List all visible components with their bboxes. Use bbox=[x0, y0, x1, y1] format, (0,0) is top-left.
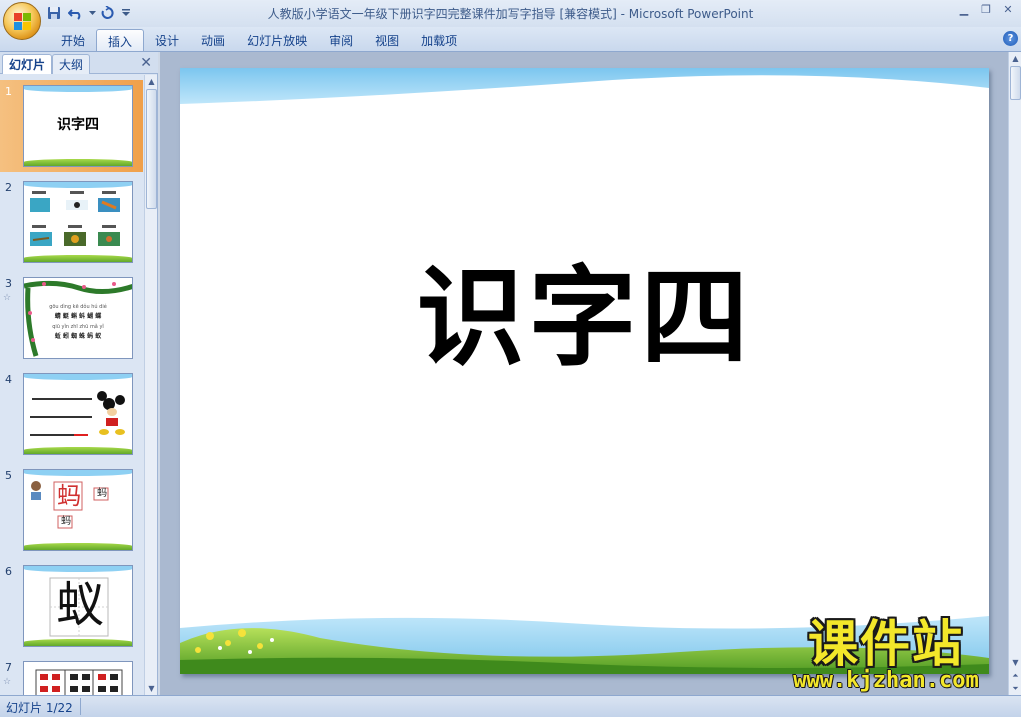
help-icon: ? bbox=[1007, 33, 1014, 44]
help-button[interactable]: ? bbox=[1003, 31, 1018, 46]
status-separator bbox=[80, 698, 81, 715]
close-icon: ✕ bbox=[1003, 3, 1013, 16]
scrollbar-thumb[interactable] bbox=[146, 89, 157, 209]
arrow-down-icon: ▼ bbox=[1012, 658, 1019, 667]
thumbnail-title: 识字四 bbox=[57, 117, 99, 133]
thumbnail-slide-6[interactable]: 6 蚁 bbox=[0, 560, 143, 652]
tab-view[interactable]: 视图 bbox=[364, 29, 410, 51]
thumbnail-char-row: 蜻 蜓 蝌 蚪 蝴 蝶 bbox=[54, 313, 102, 320]
scroll-up-button[interactable]: ▲ bbox=[1009, 52, 1021, 65]
thumbnail-image bbox=[23, 181, 133, 263]
double-arrow-up-icon: ⏶ bbox=[1012, 671, 1019, 680]
site-watermark: 课件站 www.kjzhan.com bbox=[770, 618, 1002, 694]
thumbnail-scrollbar[interactable]: ▲ ▼ bbox=[144, 75, 157, 695]
tab-home[interactable]: 开始 bbox=[50, 29, 96, 51]
thumbnail-number: 7 bbox=[5, 661, 12, 674]
character-grid-icon bbox=[35, 669, 123, 695]
minimize-icon: ▁ bbox=[959, 3, 969, 16]
tab-animations[interactable]: 动画 bbox=[190, 29, 236, 51]
ribbon-tabs: 开始 插入 设计 动画 幻灯片放映 审阅 视图 加载项 bbox=[50, 29, 468, 51]
close-icon: ✕ bbox=[140, 55, 152, 71]
arrow-up-icon: ▲ bbox=[148, 77, 155, 86]
window-controls: ▁ ❐ ✕ bbox=[957, 3, 1015, 17]
thumbnail-pinyin-row: gōu dìng kē dǒu hú dié bbox=[49, 304, 107, 310]
previous-slide-button[interactable]: ⏶ bbox=[1009, 669, 1021, 682]
animation-star-icon: ☆ bbox=[3, 677, 12, 687]
scroll-down-button[interactable]: ▼ bbox=[1009, 656, 1021, 669]
scroll-up-button[interactable]: ▲ bbox=[145, 75, 158, 88]
thumbnail-number: 3 bbox=[5, 277, 12, 290]
thumbnail-char: 蚂 bbox=[57, 482, 81, 510]
thumbnail-slide-5[interactable]: 5 蚂 蚂 蚂 bbox=[0, 464, 143, 556]
thumbnail-char-row: 蚯 蚓 蜘 蛛 蚂 蚁 bbox=[54, 333, 102, 340]
thumbnail-grass bbox=[24, 543, 132, 550]
double-arrow-down-icon: ⏷ bbox=[1012, 684, 1019, 693]
thumbnail-grass bbox=[24, 159, 132, 166]
main-scrollbar[interactable]: ▲ ▼ ⏶ ⏷ bbox=[1008, 52, 1021, 695]
thumbnail-image: 识字四 bbox=[23, 85, 133, 167]
mickey-mouse-icon bbox=[30, 391, 125, 436]
watermark-brand: 课件站 bbox=[808, 615, 964, 673]
slide-editing-area: 识字四 bbox=[160, 52, 1008, 695]
thumbnail-image bbox=[23, 661, 133, 695]
thumbnail-number: 5 bbox=[5, 469, 12, 482]
animation-star-icon: ☆ bbox=[3, 293, 12, 303]
thumbnail-grass bbox=[24, 447, 132, 454]
watermark-url: www.kjzhan.com bbox=[793, 668, 979, 693]
thumbnail-slide-7[interactable]: 7 ☆ bbox=[0, 656, 143, 695]
thumbnail-number: 1 bbox=[5, 85, 12, 98]
restore-icon: ❐ bbox=[981, 3, 991, 16]
scroll-down-button[interactable]: ▼ bbox=[145, 682, 158, 695]
status-bar: 幻灯片 1/22 bbox=[0, 695, 1021, 717]
ribbon-tab-bar: 开始 插入 设计 动画 幻灯片放映 审阅 视图 加载项 ? bbox=[0, 27, 1021, 52]
powerpoint-window: 人教版小学语文一年级下册识字四完整课件加写字指导 [兼容模式] - Micros… bbox=[0, 0, 1021, 717]
slide-title[interactable]: 识字四 bbox=[180, 258, 989, 378]
thumbnail-char-small: 蚂 bbox=[61, 516, 71, 527]
tab-design[interactable]: 设计 bbox=[144, 29, 190, 51]
arrow-up-icon: ▲ bbox=[1012, 54, 1019, 63]
tab-slideshow[interactable]: 幻灯片放映 bbox=[236, 29, 318, 51]
thumbnail-grass bbox=[24, 639, 132, 646]
current-slide[interactable]: 识字四 bbox=[180, 68, 989, 674]
panel-tabs: 幻灯片 大纲 ✕ bbox=[0, 52, 158, 74]
thumbnail-slide-2[interactable]: 2 bbox=[0, 176, 143, 268]
thumbnail-char-small: 蚂 bbox=[97, 488, 107, 499]
thumbnail-image: 蚁 bbox=[23, 565, 133, 647]
thumbnail-pinyin-row: qiū yǐn zhī zhū mǎ yǐ bbox=[52, 324, 104, 330]
tab-slides[interactable]: 幻灯片 bbox=[2, 54, 53, 74]
thumbnail-char: 蚁 bbox=[55, 577, 104, 633]
next-slide-button[interactable]: ⏷ bbox=[1009, 682, 1021, 695]
thumbnail-number: 2 bbox=[5, 181, 12, 194]
thumbnail-image: gōu dìng kē dǒu hú dié 蜻 蜓 蝌 蚪 蝴 蝶 qiū y… bbox=[23, 277, 133, 359]
tab-addins[interactable]: 加载项 bbox=[410, 29, 468, 51]
tab-outline[interactable]: 大纲 bbox=[52, 54, 91, 74]
insect-pictures-icon bbox=[30, 191, 120, 246]
thumbnail-sky bbox=[24, 86, 132, 92]
office-button[interactable] bbox=[3, 2, 41, 40]
thumbnail-number: 4 bbox=[5, 373, 12, 386]
office-logo-icon bbox=[14, 13, 31, 30]
thumbnail-image bbox=[23, 373, 133, 455]
window-title: 人教版小学语文一年级下册识字四完整课件加写字指导 [兼容模式] - Micros… bbox=[267, 7, 754, 21]
thumbnail-slide-4[interactable]: 4 bbox=[0, 368, 143, 460]
arrow-down-icon: ▼ bbox=[148, 684, 155, 693]
slide-indicator: 幻灯片 1/22 bbox=[6, 701, 73, 715]
thumbnail-slide-1[interactable]: 1 识字四 bbox=[0, 80, 143, 172]
thumbnail-list: 1 识字四 2 3 ☆ gōu dìng kē dǒu hú dié 蜻 蜓 蝌… bbox=[0, 75, 143, 695]
thumbnail-grass bbox=[24, 255, 132, 262]
scrollbar-thumb[interactable] bbox=[1010, 66, 1021, 100]
restore-button[interactable]: ❐ bbox=[979, 3, 993, 17]
title-bar: 人教版小学语文一年级下册识字四完整课件加写字指导 [兼容模式] - Micros… bbox=[0, 0, 1021, 40]
thumbnail-image: 蚂 蚂 蚂 bbox=[23, 469, 133, 551]
minimize-button[interactable]: ▁ bbox=[957, 3, 971, 17]
close-button[interactable]: ✕ bbox=[1001, 3, 1015, 17]
thumbnail-slide-3[interactable]: 3 ☆ gōu dìng kē dǒu hú dié 蜻 蜓 蝌 蚪 蝴 蝶 q… bbox=[0, 272, 143, 364]
panel-close-button[interactable]: ✕ bbox=[140, 55, 152, 71]
slides-panel: 幻灯片 大纲 ✕ 1 识字四 2 3 ☆ gōu dìng kē dǒu hú … bbox=[0, 52, 158, 695]
thumbnail-number: 6 bbox=[5, 565, 12, 578]
tab-review[interactable]: 审阅 bbox=[318, 29, 364, 51]
tab-insert[interactable]: 插入 bbox=[96, 29, 145, 51]
